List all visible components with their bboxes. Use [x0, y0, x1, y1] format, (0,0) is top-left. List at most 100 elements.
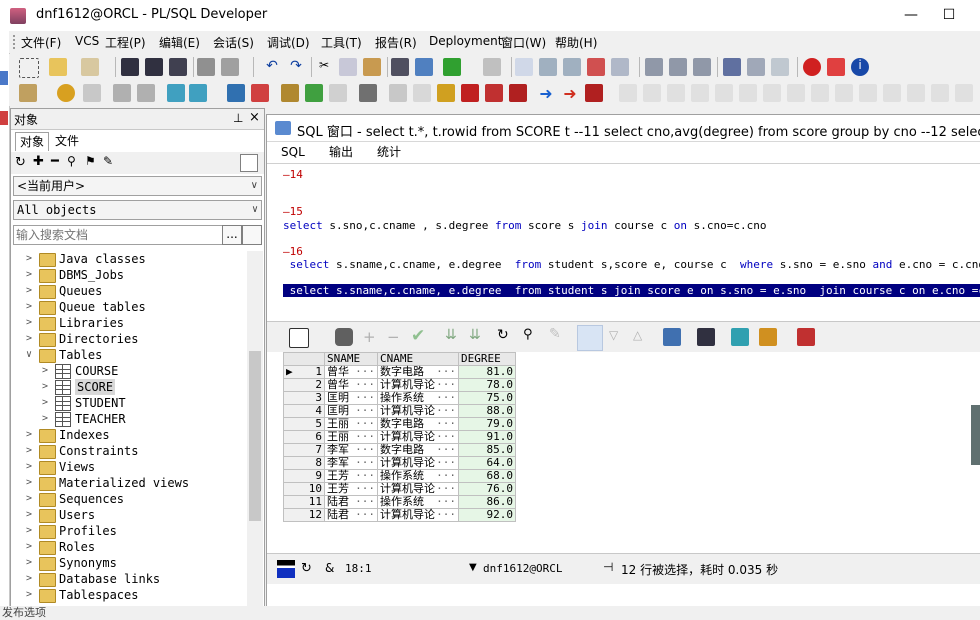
menu-file[interactable]: 文件(F) [21, 34, 61, 51]
post-icon[interactable]: ✔ [411, 326, 425, 346]
tab-statistics[interactable]: 统计 [371, 143, 407, 161]
row-number[interactable]: 8 [283, 456, 325, 470]
highlight-toggle[interactable] [577, 325, 603, 351]
compile-icon[interactable] [515, 58, 533, 76]
toggle-checkbox[interactable] [240, 154, 258, 172]
cell-degree[interactable]: 75.0 [458, 391, 516, 405]
cut-icon[interactable]: ✂ [315, 58, 333, 76]
cell-sname[interactable]: 王芳 ··· [324, 469, 378, 483]
refresh-icon[interactable]: ↻ [15, 155, 26, 170]
cell-cname[interactable]: 数字电路 ··· [377, 417, 459, 431]
oracle-icon[interactable] [803, 58, 821, 76]
table-row[interactable]: 6 王丽 ··· 计算机导论 ··· 91.0 [283, 430, 516, 444]
step15-icon[interactable] [955, 84, 973, 102]
chevron-right-icon[interactable]: > [23, 571, 35, 587]
menu-deployment[interactable]: Deployment [429, 34, 502, 48]
grid-icon[interactable] [329, 84, 347, 102]
doc3-icon[interactable] [693, 58, 711, 76]
grid-view-icon[interactable] [289, 328, 309, 348]
replace-icon[interactable] [415, 58, 433, 76]
open-icon[interactable] [49, 58, 67, 76]
filter-icon[interactable]: ⚑ [85, 154, 96, 168]
chevron-right-icon[interactable]: > [23, 315, 35, 331]
object-type-combo[interactable]: All objects ∨ [13, 200, 262, 220]
row-number[interactable]: 12 [283, 508, 325, 522]
cell-cname[interactable]: 数字电路 ··· [377, 365, 459, 379]
step14-icon[interactable] [931, 84, 949, 102]
chevron-right-icon[interactable]: > [23, 299, 35, 315]
side-widget[interactable] [971, 405, 980, 465]
add-row-icon[interactable]: + [363, 328, 376, 346]
cell-sname[interactable]: 王丽 ··· [324, 430, 378, 444]
row-number[interactable]: 11 [283, 495, 325, 509]
check-icon[interactable] [305, 84, 323, 102]
pdf-icon[interactable] [827, 58, 845, 76]
bookmark-icon[interactable] [437, 84, 455, 102]
find-icon[interactable]: ⚲ [523, 327, 533, 342]
table-row[interactable]: 9 王芳 ··· 操作系统 ··· 68.0 [283, 469, 516, 483]
print-icon[interactable] [197, 58, 215, 76]
column-header-sname[interactable]: SNAME [324, 352, 378, 366]
cell-sname[interactable]: 王芳 ··· [324, 482, 378, 496]
arrow-right-icon[interactable]: ➜ [537, 84, 555, 103]
cell-sname[interactable]: 曾华 ··· [324, 365, 378, 379]
cell-cname[interactable]: 操作系统 ··· [377, 391, 459, 405]
step10-icon[interactable] [835, 84, 853, 102]
step3-icon[interactable] [667, 84, 685, 102]
chevron-right-icon[interactable]: > [23, 251, 35, 267]
maximize-button[interactable]: ☐ [926, 0, 972, 31]
sql-icon[interactable] [167, 84, 185, 102]
cell-sname[interactable]: 陆君 ··· [324, 495, 378, 509]
chevron-right-icon[interactable]: > [39, 363, 51, 379]
row-number[interactable]: 4 [283, 404, 325, 418]
tile-icon[interactable] [747, 58, 765, 76]
triangle-up-icon[interactable]: △ [633, 328, 642, 342]
step-icon[interactable] [619, 84, 637, 102]
refresh-icon[interactable]: ↻ [497, 327, 509, 343]
chevron-right-icon[interactable]: > [23, 283, 35, 299]
step13-icon[interactable] [907, 84, 925, 102]
find-icon[interactable] [391, 58, 409, 76]
undo-icon[interactable]: ↶ [263, 58, 281, 76]
cell-degree[interactable]: 86.0 [458, 495, 516, 509]
last-page-icon[interactable]: ⇊ [469, 327, 481, 343]
wand-icon[interactable] [83, 84, 101, 102]
copy-icon[interactable] [339, 58, 357, 76]
add-icon[interactable]: ✚ [33, 154, 44, 169]
close-icon[interactable]: × [249, 110, 260, 125]
cell-cname[interactable]: 计算机导论 ··· [377, 430, 459, 444]
chevron-right-icon[interactable]: > [23, 331, 35, 347]
redo-icon[interactable]: ↷ [287, 58, 305, 76]
rollback-icon[interactable] [137, 84, 155, 102]
unindent-icon[interactable] [563, 58, 581, 76]
step7-icon[interactable] [763, 84, 781, 102]
table-row[interactable]: 2 曾华 ··· 计算机导论 ··· 78.0 [283, 378, 516, 392]
menu-reports[interactable]: 报告(R) [375, 34, 417, 51]
table-row[interactable]: 12 陆君 ··· 计算机导论 ··· 92.0 [283, 508, 516, 522]
refresh-icon[interactable]: ↻ [301, 561, 312, 576]
table-row[interactable]: 11 陆君 ··· 操作系统 ··· 86.0 [283, 495, 516, 509]
step8-icon[interactable] [787, 84, 805, 102]
cascade-icon[interactable] [771, 58, 789, 76]
chevron-right-icon[interactable]: > [23, 507, 35, 523]
go-back-icon[interactable] [443, 58, 461, 76]
row-number[interactable]: 10 [283, 482, 325, 496]
row-number[interactable]: 2 [283, 378, 325, 392]
breakpoint2-icon[interactable] [485, 84, 503, 102]
menu-debug[interactable]: 调试(D) [267, 34, 310, 51]
find-object-icon[interactable]: ⚲ [67, 154, 76, 168]
save-all-icon[interactable] [169, 58, 187, 76]
cell-degree[interactable]: 85.0 [458, 443, 516, 457]
step4-icon[interactable] [691, 84, 709, 102]
tab-output[interactable]: 输出 [323, 143, 359, 161]
step11-icon[interactable] [859, 84, 877, 102]
wrench-icon[interactable] [359, 84, 377, 102]
table-row[interactable]: 8 李军 ··· 计算机导论 ··· 64.0 [283, 456, 516, 470]
step2-icon[interactable] [643, 84, 661, 102]
table-row[interactable]: 5 王丽 ··· 数字电路 ··· 79.0 [283, 417, 516, 431]
delete-row-icon[interactable]: − [387, 328, 400, 346]
row-number[interactable]: 9 [283, 469, 325, 483]
lock-icon[interactable] [335, 328, 353, 346]
cell-degree[interactable]: 92.0 [458, 508, 516, 522]
menu-session[interactable]: 会话(S) [213, 34, 254, 51]
